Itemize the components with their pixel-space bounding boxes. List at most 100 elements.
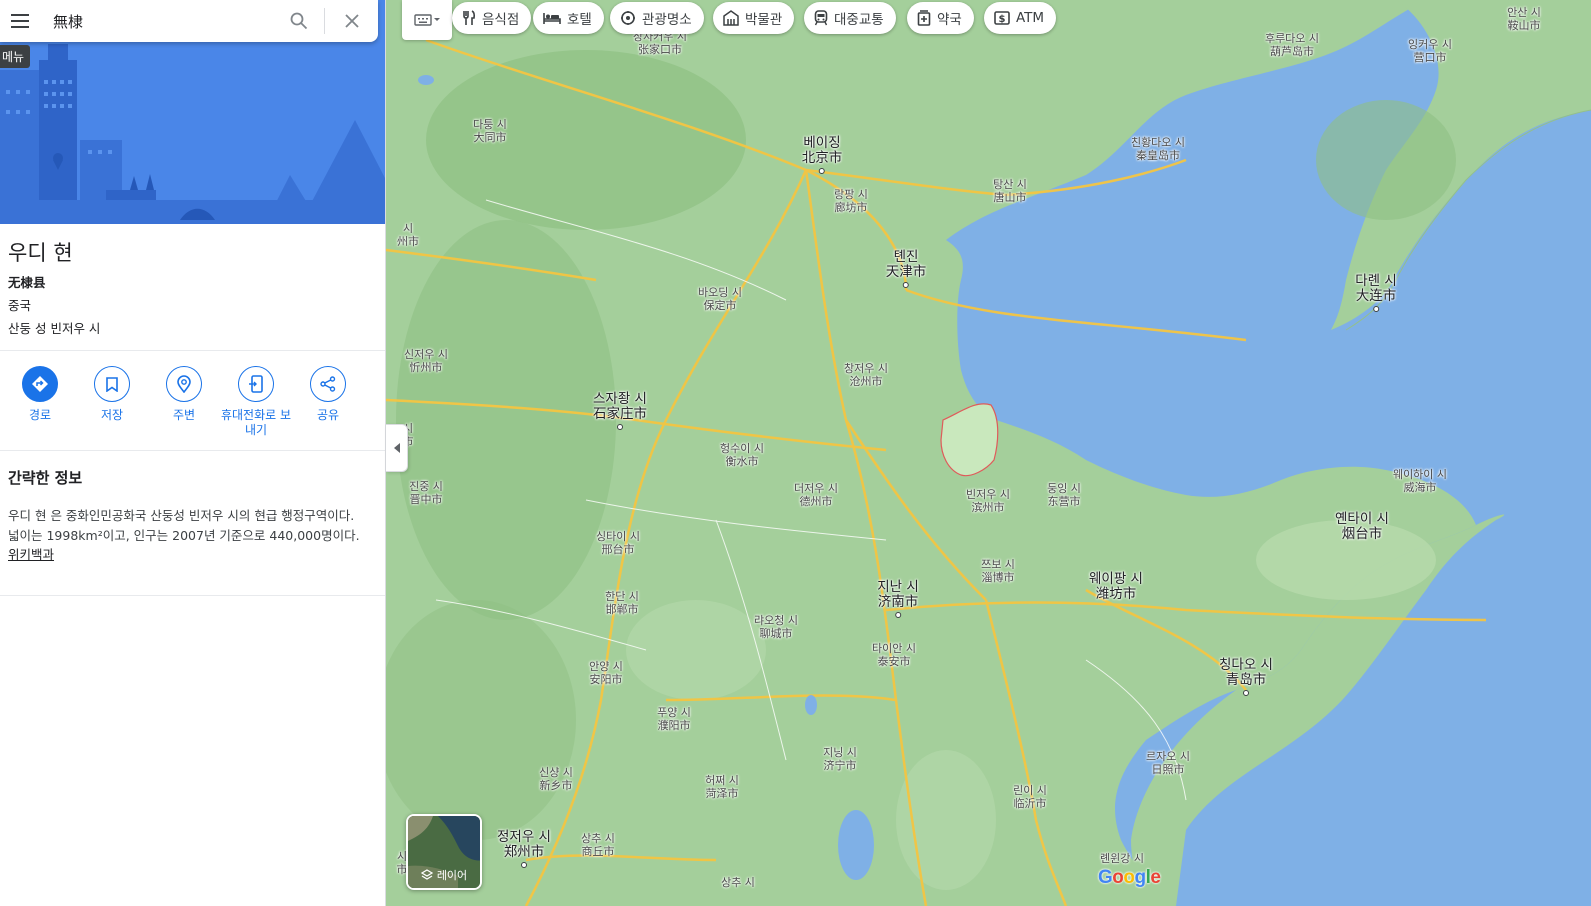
city-label: 베이징 北京市	[801, 136, 843, 174]
city-label: 친황다오 시 秦皇岛市	[1131, 136, 1185, 162]
city-label: 안산 시 鞍山市	[1507, 6, 1541, 32]
chip-hotels[interactable]: 호텔	[533, 2, 604, 34]
chip-museums[interactable]: 박물관	[713, 2, 795, 34]
map-canvas[interactable]: 장자커우 시 张家口市 다퉁 시 大同市 베이징 北京市 랑팡 시 廊坊市 탕산 시 唐山…	[386, 0, 1591, 906]
city-name-ko: 린이 시	[1013, 784, 1047, 797]
city-name-zh: 秦皇岛市	[1135, 149, 1180, 162]
clear-search-button[interactable]	[336, 5, 368, 37]
menu-button[interactable]	[0, 0, 40, 42]
keyboard-icon	[414, 14, 440, 26]
city-marker-icon	[895, 612, 901, 618]
city-label: 다롄 시 大连市	[1355, 274, 1397, 312]
city-name-zh: 德州市	[799, 495, 833, 508]
share-button[interactable]: 공유	[292, 366, 364, 423]
restaurant-icon	[463, 10, 475, 25]
chip-attractions[interactable]: 관광명소	[610, 2, 704, 34]
city-label: 상추 시	[721, 876, 755, 889]
city-name-ko: 칭다오 시	[1219, 657, 1273, 673]
city-name-ko: 상추 시	[721, 876, 755, 889]
city-name-ko: 후루다오 시	[1264, 32, 1320, 45]
chip-atm[interactable]: $ ATM	[984, 2, 1057, 34]
city-name-ko: 지닝 시	[823, 746, 857, 759]
city-name-zh: 邯郸市	[605, 603, 639, 616]
keyboard-input-button[interactable]	[402, 0, 452, 40]
chip-label: 박물관	[745, 12, 783, 28]
city-name-ko: 안산 시	[1507, 6, 1541, 19]
city-label: 정저우 시 郑州市	[497, 830, 551, 868]
city-label: 더저우 시 德州市	[794, 482, 838, 508]
city-name-ko: 둥잉 시	[1047, 482, 1081, 495]
city-label: 롄윈강 시	[1100, 852, 1144, 865]
city-name-ko: 안양 시	[589, 660, 623, 673]
chip-pharmacies[interactable]: 약국	[907, 2, 974, 34]
chip-label: 호텔	[567, 12, 592, 28]
nearby-label: 주변	[172, 408, 196, 422]
nearby-icon-circle	[166, 366, 202, 402]
layers-icon	[420, 869, 433, 880]
city-name-ko: 웨이팡 시	[1089, 571, 1143, 587]
city-label: 르자오 시 日照市	[1146, 750, 1190, 776]
city-name-zh: 济南市	[877, 594, 919, 610]
city-name-zh: 唐山市	[993, 191, 1027, 204]
chip-label: 관광명소	[642, 12, 692, 28]
city-name-ko: 다롄 시	[1355, 273, 1397, 289]
directions-icon-circle	[22, 366, 58, 402]
search-input[interactable]	[53, 12, 273, 30]
nearby-button[interactable]: 주변	[148, 366, 220, 423]
share-icon-circle	[310, 366, 346, 402]
city-name-ko: 싱타이 시	[596, 530, 640, 543]
close-icon	[345, 14, 359, 28]
google-logo: Google	[1098, 867, 1161, 888]
place-region: 산둥 성 빈저우 시	[8, 321, 101, 336]
city-name-zh: 保定市	[703, 299, 737, 312]
search-button[interactable]	[283, 5, 315, 37]
send-to-phone-icon	[249, 375, 263, 393]
city-name-ko: 친황다오 시	[1130, 136, 1186, 149]
city-name-zh: 石家庄市	[593, 406, 647, 422]
city-marker-icon	[520, 862, 527, 868]
info-description: 우디 현 은 중화인민공화국 산둥성 빈저우 시의 현급 행정구역이다. 넓이는…	[8, 506, 368, 565]
directions-button[interactable]: 경로	[4, 366, 76, 423]
city-label: 타이안 시 泰安市	[872, 642, 916, 668]
city-name-zh: 衡水市	[725, 455, 759, 468]
layers-button[interactable]: 레이어	[406, 814, 482, 890]
city-name-zh: 潍坊市	[1095, 586, 1137, 602]
city-marker-icon	[617, 424, 623, 430]
city-name-ko: 진중 시	[409, 480, 443, 493]
city-label: 안양 시 安阳市	[589, 660, 623, 686]
city-label: 헝수이 시 衡水市	[720, 442, 764, 468]
collapse-panel-button[interactable]	[386, 424, 408, 472]
place-native-name: 无棣县	[8, 275, 46, 290]
city-name-ko: 더저우 시	[794, 482, 838, 495]
chip-restaurants[interactable]: 음식점	[452, 2, 532, 34]
chip-transit[interactable]: 대중교통	[804, 2, 896, 34]
directions-label: 경로	[28, 408, 52, 422]
send-to-phone-icon-circle	[238, 366, 274, 402]
wikipedia-link[interactable]: 위키백과	[8, 547, 54, 562]
search-icon	[290, 12, 308, 30]
city-name-zh: 濮阳市	[657, 719, 691, 732]
city-label: 시 州市	[397, 222, 419, 248]
city-name-ko: 탕산 시	[993, 178, 1027, 191]
attraction-icon	[621, 11, 635, 25]
city-name-ko: 다퉁 시	[473, 118, 507, 131]
city-name-ko: 옌타이 시	[1335, 511, 1389, 527]
save-button[interactable]: 저장	[76, 366, 148, 423]
side-panel: 메뉴 우디 현 无棣县 중국 산둥 성 빈저우 시 경로 저장 주변	[0, 0, 386, 906]
divider	[0, 450, 385, 451]
city-name-zh: 忻州市	[409, 361, 443, 374]
divider	[0, 350, 385, 351]
city-name-zh: 青岛市	[1225, 672, 1267, 688]
city-label: 칭다오 시 青岛市	[1219, 658, 1273, 696]
send-to-phone-button[interactable]: 휴대전화로 보내기	[220, 366, 292, 438]
city-label: 웨이하이 시 威海市	[1393, 468, 1447, 494]
place-title: 우디 현	[8, 241, 73, 265]
city-label: 창저우 시 沧州市	[844, 362, 888, 388]
city-name-zh: 北京市	[801, 150, 843, 166]
city-label: 상추 시 商丘市	[581, 832, 615, 858]
city-name-ko: 쯔보 시	[981, 558, 1015, 571]
city-name-ko: 한단 시	[605, 590, 639, 603]
city-name-zh: 邢台市	[601, 543, 635, 556]
city-name-zh: 菏泽市	[705, 787, 739, 800]
city-marker-icon	[819, 168, 825, 174]
